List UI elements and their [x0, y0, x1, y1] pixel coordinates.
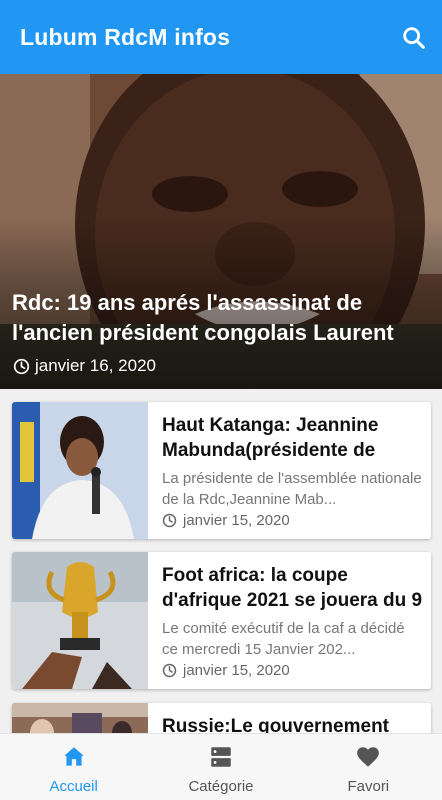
nav-item-accueil[interactable]: Accueil [0, 734, 147, 800]
search-button[interactable] [400, 24, 428, 52]
clock-icon [162, 513, 177, 527]
clock-icon [162, 663, 177, 677]
nav-item-favori[interactable]: Favori [295, 734, 442, 800]
heart-icon [357, 747, 380, 767]
featured-article-date: janvier 16, 2020 [35, 356, 156, 375]
article-card[interactable]: Haut Katanga: Jeannine Mabunda(président… [12, 402, 431, 539]
nav-label: Catégorie [188, 778, 254, 795]
home-icon [63, 747, 84, 766]
article-date: janvier 15, 2020 [183, 661, 290, 679]
clock-icon [13, 358, 30, 374]
article-date-row: janvier 15, 2020 [162, 510, 290, 530]
category-icon [211, 747, 231, 767]
nav-item-categorie[interactable]: Catégorie [147, 734, 294, 800]
article-title: Foot africa: la coupe d'afrique 2021 se … [162, 565, 423, 611]
article-title: Haut Katanga: Jeannine Mabunda(président… [162, 415, 379, 461]
nav-label: Accueil [49, 778, 98, 795]
article-card[interactable]: Foot africa: la coupe d'afrique 2021 se … [12, 552, 431, 689]
app-bar: Lubum RdcM infos [0, 0, 442, 74]
nav-label: Favori [347, 778, 390, 795]
article-date: janvier 15, 2020 [183, 511, 290, 529]
article-date-row: janvier 15, 2020 [162, 660, 290, 680]
bottom-navigation: Accueil Catégorie Favori [0, 733, 442, 800]
article-thumbnail [12, 402, 148, 539]
search-icon [403, 27, 425, 49]
article-thumbnail [12, 552, 148, 689]
app-title: Lubum RdcM infos [20, 24, 231, 50]
article-excerpt: La présidente de l'assemblée nationale d… [162, 470, 422, 508]
article-excerpt: Le comité exécutif de la caf a décidé ce… [162, 620, 405, 658]
featured-article-date-row: janvier 16, 2020 [13, 355, 156, 377]
featured-article-title: Rdc: 19 ans aprés l'assassinat de l'anci… [12, 290, 394, 345]
featured-article[interactable]: Rdc: 19 ans aprés l'assassinat de l'anci… [0, 74, 442, 389]
